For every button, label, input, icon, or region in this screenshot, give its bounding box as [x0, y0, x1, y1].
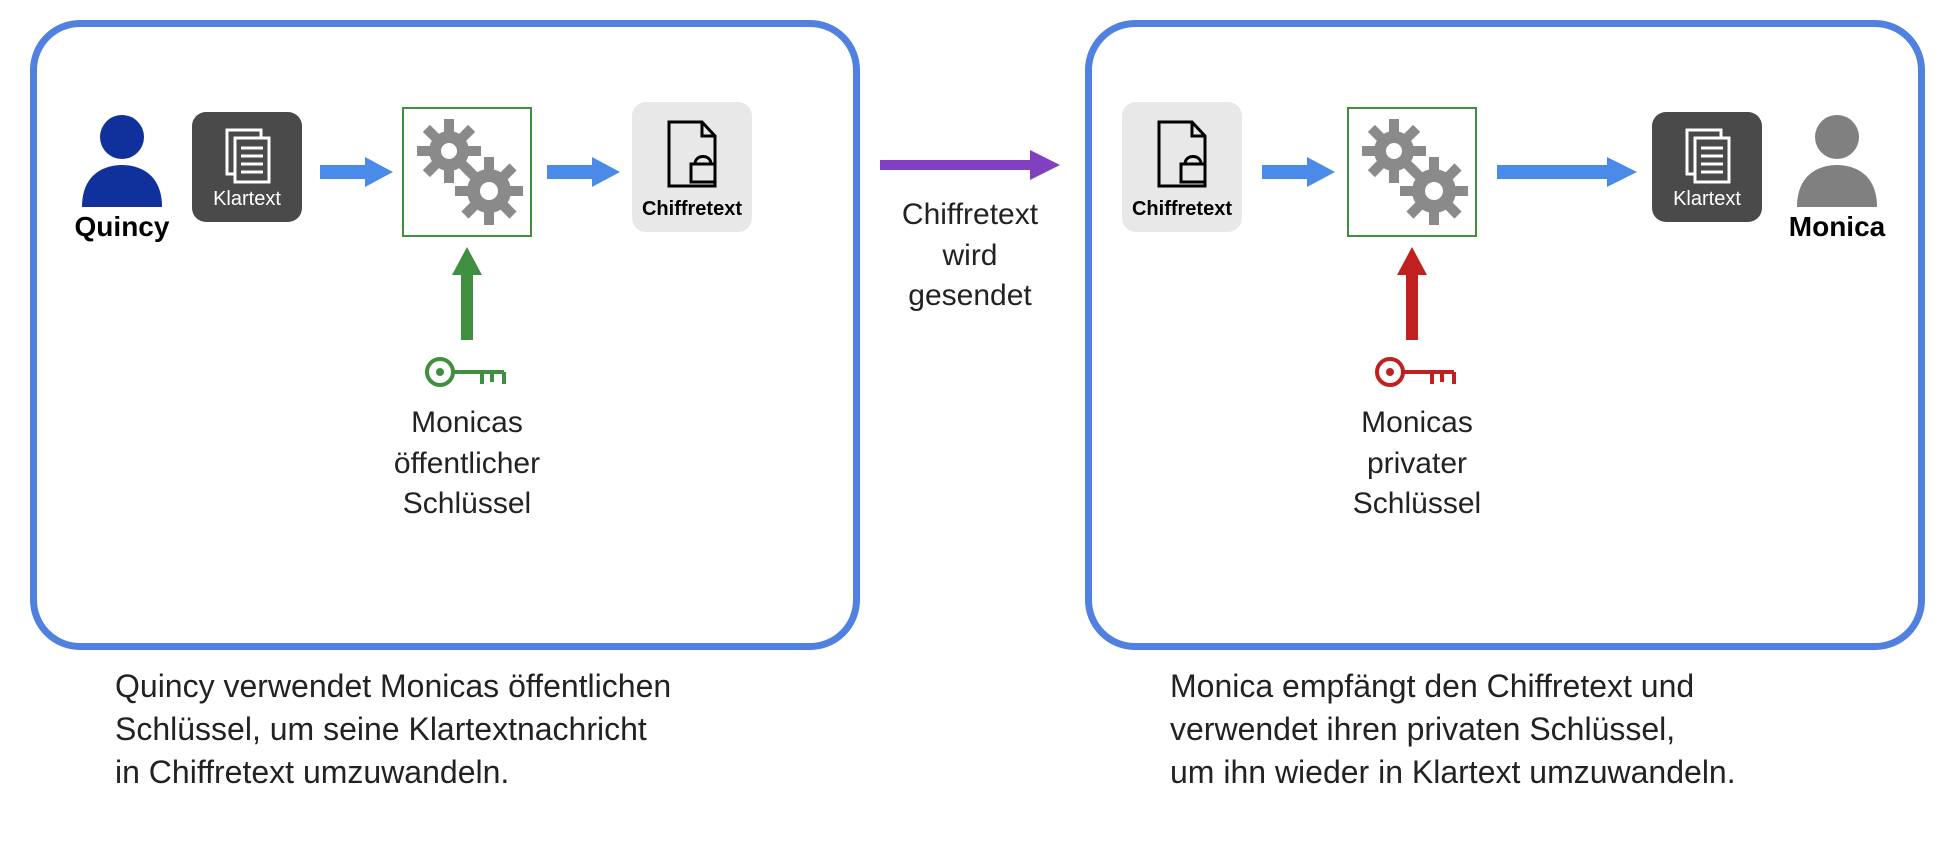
transit-label: Chiffretext wird gesendet — [880, 195, 1060, 317]
person-icon — [1787, 107, 1887, 207]
sender-user: Quincy — [62, 107, 182, 243]
plaintext-label: Klartext — [1673, 188, 1741, 211]
document-icon — [1677, 124, 1737, 184]
person-icon — [72, 107, 172, 207]
arrow-up-icon — [447, 245, 487, 345]
arrow-icon — [1492, 152, 1642, 192]
sender-panel: Quincy Klartext — [30, 20, 860, 650]
locked-document-icon — [1147, 114, 1217, 194]
ciphertext-box-left: Chiffretext — [632, 102, 752, 232]
arrow-icon — [1257, 152, 1337, 192]
locked-document-icon — [657, 114, 727, 194]
private-key-label: Monicas privater Schlüssel — [1317, 403, 1517, 525]
plaintext-label: Klartext — [213, 188, 281, 211]
plaintext-box-right: Klartext — [1652, 112, 1762, 222]
encryption-process — [402, 107, 532, 237]
ciphertext-label: Chiffretext — [642, 198, 742, 221]
sender-name: Quincy — [62, 211, 182, 243]
arrow-up-icon — [1392, 245, 1432, 345]
key-icon — [422, 352, 512, 392]
arrow-transit-icon — [875, 145, 1065, 185]
receiver-caption: Monica empfängt den Chiffretext und verw… — [1170, 665, 1910, 795]
gears-icon — [1349, 109, 1475, 235]
decryption-process — [1347, 107, 1477, 237]
private-key-block: Monicas privater Schlüssel — [1317, 352, 1517, 525]
ciphertext-box-right: Chiffretext — [1122, 102, 1242, 232]
key-icon — [1372, 352, 1462, 392]
public-key-block: Monicas öffentlicher Schlüssel — [367, 352, 567, 525]
plaintext-box-left: Klartext — [192, 112, 302, 222]
arrow-icon — [315, 152, 395, 192]
arrow-icon — [542, 152, 622, 192]
receiver-panel: Chiffretext — [1085, 20, 1925, 650]
gears-icon — [404, 109, 530, 235]
ciphertext-label: Chiffretext — [1132, 198, 1232, 221]
public-key-label: Monicas öffentlicher Schlüssel — [367, 403, 567, 525]
sender-caption: Quincy verwendet Monicas öffentlichen Sc… — [115, 665, 835, 795]
document-icon — [217, 124, 277, 184]
receiver-user: Monica — [1777, 107, 1897, 243]
receiver-name: Monica — [1777, 211, 1897, 243]
